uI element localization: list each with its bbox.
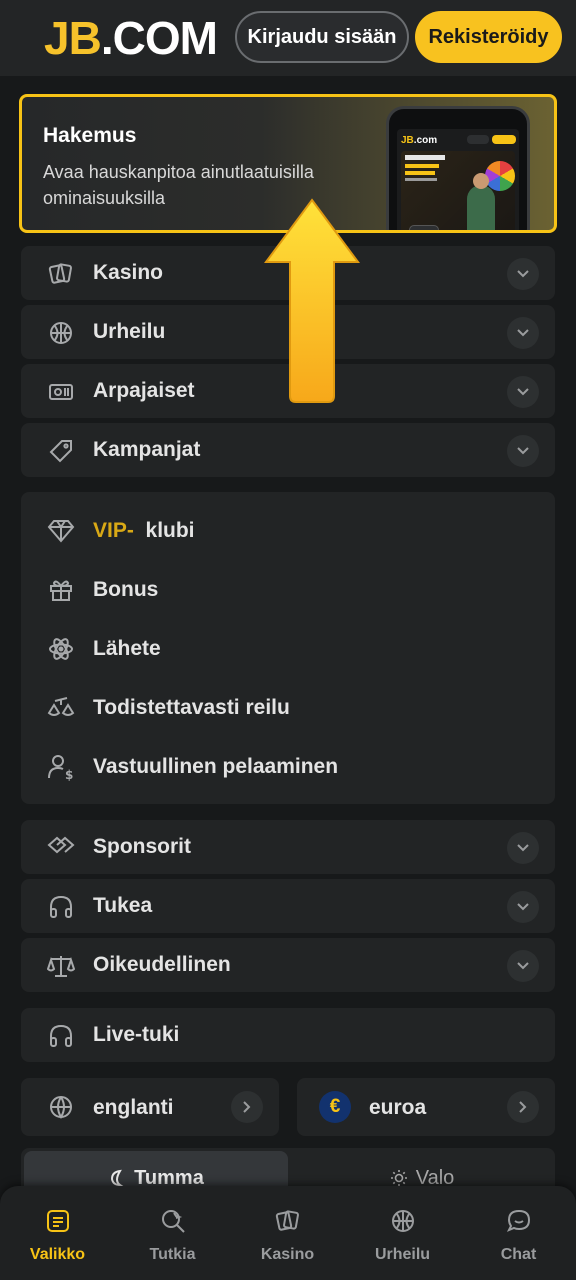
chevron-right-icon[interactable]	[507, 1091, 539, 1123]
logo-jb: JB	[44, 12, 102, 64]
chevron-down-icon[interactable]	[507, 258, 539, 290]
menu-item-kampanjat[interactable]: Kampanjat	[21, 423, 555, 477]
cards-icon	[273, 1206, 303, 1236]
menu-label: Tukea	[93, 894, 153, 917]
user-dollar-icon: $	[47, 753, 75, 781]
nav-valikko[interactable]: Valikko	[0, 1186, 115, 1280]
language-selector[interactable]: englanti	[21, 1078, 279, 1136]
lottery-icon	[47, 378, 75, 406]
phone-signup-shape	[492, 135, 516, 144]
wheel-icon	[485, 161, 515, 191]
chat-icon	[504, 1206, 534, 1236]
headset-icon	[47, 1022, 75, 1050]
vip-label: VIP- klubi	[93, 519, 195, 542]
chevron-down-icon[interactable]	[507, 891, 539, 923]
menu-item-vip-club[interactable]: VIP- klubi	[21, 506, 555, 556]
vip-menu-group: VIP- klubi Bonus Lähete Todistettavasti …	[21, 492, 555, 804]
gift-icon	[47, 576, 75, 604]
menu-label: Arpajaiset	[93, 379, 195, 402]
login-button[interactable]: Kirjaudu sisään	[235, 11, 409, 63]
chevron-down-icon[interactable]	[507, 832, 539, 864]
menu-icon	[43, 1206, 73, 1236]
sun-icon	[390, 1170, 407, 1186]
live-support-label: Live-tuki	[93, 1023, 180, 1046]
nav-label: Chat	[500, 1246, 537, 1263]
tag-icon	[47, 437, 75, 465]
basketball-icon	[388, 1206, 418, 1236]
nav-urheilu[interactable]: Urheilu	[345, 1186, 460, 1280]
phone-hero-card	[401, 151, 515, 230]
menu-item-oikeudellinen[interactable]: Oikeudellinen	[21, 938, 555, 992]
chevron-down-icon[interactable]	[507, 435, 539, 467]
handshake-icon	[47, 834, 75, 862]
dealer-figure	[467, 185, 495, 230]
menu-item-lahete[interactable]: Lähete	[21, 624, 555, 674]
menu-label: Vastuullinen pelaaminen	[93, 755, 339, 778]
chevron-down-icon[interactable]	[507, 950, 539, 982]
phone-logo: JB.com	[401, 135, 438, 146]
chevron-down-icon[interactable]	[507, 317, 539, 349]
menu-item-tukea[interactable]: Tukea	[21, 879, 555, 933]
menu-label: Lähete	[93, 637, 161, 660]
phone-mockup-image: JB.com	[386, 106, 530, 230]
top-header: JB.COM Kirjaudu sisään Rekisteröidy	[0, 0, 576, 76]
phone-signin-shape	[467, 135, 489, 144]
euro-icon: €	[319, 1091, 351, 1123]
nav-kasino[interactable]: Kasino	[230, 1186, 345, 1280]
logo-com: .COM	[100, 12, 218, 64]
nav-label: Valikko	[29, 1246, 86, 1263]
menu-label: Oikeudellinen	[93, 953, 231, 976]
menu-label: Urheilu	[93, 320, 166, 343]
atom-icon	[47, 635, 75, 663]
currency-selector[interactable]: € euroa	[297, 1078, 555, 1136]
nav-label: Tutkia	[149, 1246, 196, 1263]
brand-logo[interactable]: JB.COM	[44, 12, 218, 64]
scale-icon	[47, 694, 75, 722]
nav-label: Kasino	[260, 1246, 315, 1263]
menu-item-provably-fair[interactable]: Todistettavasti reilu	[21, 683, 555, 733]
menu-item-responsible-gaming[interactable]: $ Vastuullinen pelaaminen	[21, 742, 555, 792]
register-button[interactable]: Rekisteröidy	[415, 11, 562, 63]
phone-screen: JB.com	[397, 129, 519, 230]
svg-text:$: $	[65, 768, 73, 781]
annotation-arrow-icon	[264, 198, 360, 403]
globe-icon	[47, 1093, 75, 1121]
currency-label: euroa	[369, 1096, 427, 1119]
menu-label: Kasino	[93, 261, 164, 284]
cards-icon	[47, 260, 75, 288]
menu-item-sponsorit[interactable]: Sponsorit	[21, 820, 555, 874]
moon-icon	[111, 1169, 124, 1187]
language-label: englanti	[93, 1096, 174, 1119]
bottom-navigation: Valikko Tutkia Kasino Urheilu Chat	[0, 1186, 576, 1280]
chevron-down-icon[interactable]	[507, 376, 539, 408]
nav-tutkia[interactable]: Tutkia	[115, 1186, 230, 1280]
menu-label: Bonus	[93, 578, 159, 601]
live-support-item[interactable]: Live-tuki	[21, 1008, 555, 1062]
menu-item-bonus[interactable]: Bonus	[21, 565, 555, 615]
promo-title: Hakemus	[43, 124, 137, 147]
menu-label: Kampanjat	[93, 438, 201, 461]
nav-label: Urheilu	[374, 1246, 431, 1263]
explore-search-icon	[158, 1206, 188, 1236]
nav-chat[interactable]: Chat	[461, 1186, 576, 1280]
balance-icon	[47, 952, 75, 980]
diamond-icon	[47, 517, 75, 545]
chevron-right-icon[interactable]	[231, 1091, 263, 1123]
menu-label: Sponsorit	[93, 835, 191, 858]
menu-label: Todistettavasti reilu	[93, 696, 290, 719]
basketball-icon	[47, 319, 75, 347]
headphones-icon	[47, 893, 75, 921]
